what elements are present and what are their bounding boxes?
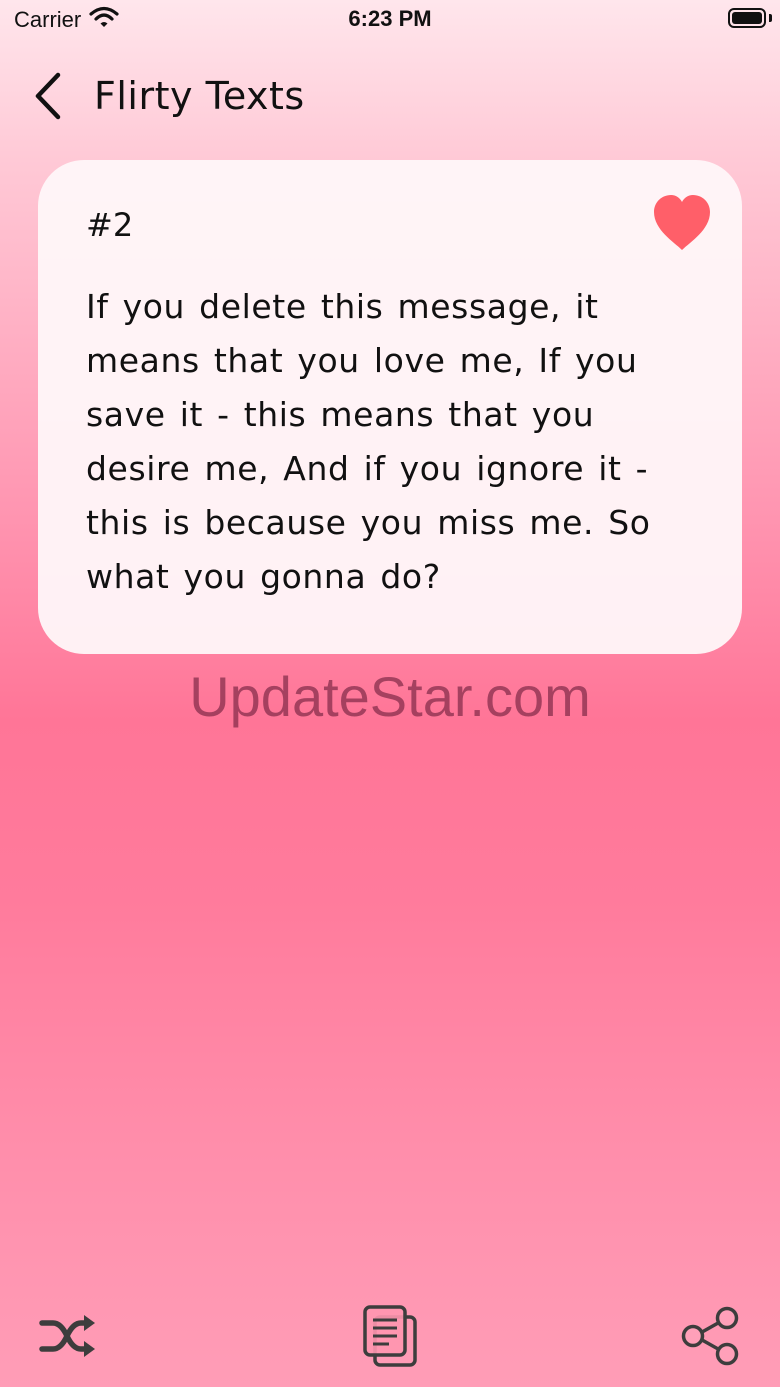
nav-bar: Flirty Texts [0,60,780,140]
shuffle-icon [39,1315,95,1357]
battery-icon [728,8,766,28]
message-number: #2 [86,206,134,244]
status-bar: Carrier 6:23 PM [0,0,780,40]
shuffle-button[interactable] [36,1304,100,1368]
chevron-left-icon [35,72,61,120]
back-button[interactable] [28,70,68,122]
status-time: 6:23 PM [348,6,432,31]
copy-icon [363,1305,417,1367]
heart-icon [654,195,710,250]
watermark: UpdateStar.com [189,665,591,728]
copy-button[interactable] [358,1304,422,1368]
message-card: #2 If you delete this message, it means … [38,160,742,654]
share-button[interactable] [678,1304,742,1368]
battery-cap [769,14,772,22]
favorite-button[interactable] [652,194,712,252]
share-icon [681,1306,739,1366]
message-text: If you delete this message, it means tha… [86,287,651,596]
page-title: Flirty Texts [94,74,305,118]
